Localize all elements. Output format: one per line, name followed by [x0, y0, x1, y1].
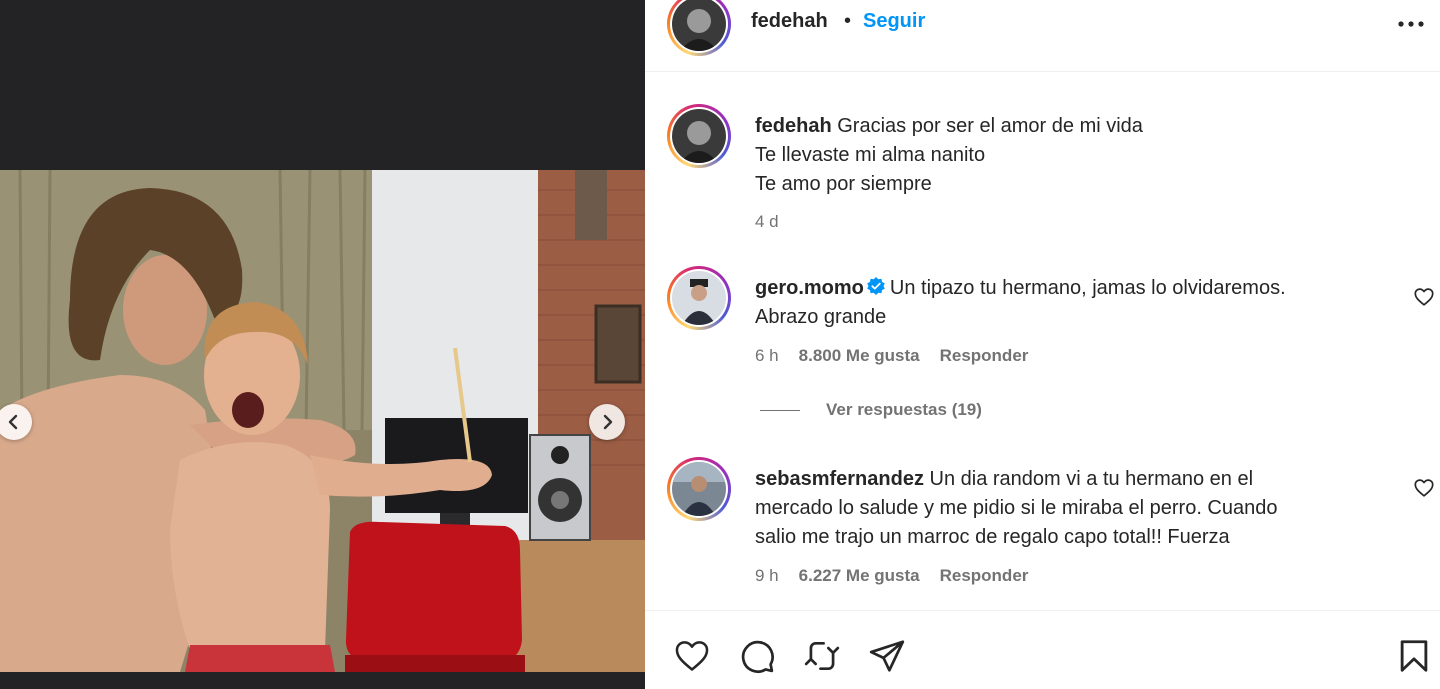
- view-replies-button[interactable]: Ver respuestas (19): [760, 400, 982, 420]
- chevron-right-icon: [603, 414, 613, 430]
- caption-username[interactable]: fedehah: [755, 115, 832, 137]
- caption-line-2: Te llevaste mi alma nanito: [755, 144, 986, 166]
- comment-like-button[interactable]: [1413, 477, 1435, 499]
- author-avatar-image: [672, 0, 726, 51]
- caption-time[interactable]: 4 d: [755, 212, 779, 232]
- reply-button[interactable]: Responder: [940, 566, 1029, 586]
- save-button[interactable]: [1395, 637, 1433, 675]
- more-options-button[interactable]: [1395, 10, 1427, 38]
- author-username[interactable]: fedehah: [751, 10, 828, 33]
- author-avatar[interactable]: [667, 0, 731, 56]
- commenter-avatar[interactable]: [667, 457, 731, 521]
- heart-icon: [675, 641, 709, 671]
- caption-author-avatar[interactable]: [667, 104, 731, 168]
- bookmark-icon: [1400, 640, 1428, 672]
- comment-username[interactable]: sebasmfernandez: [755, 468, 924, 490]
- comment-line-3: salio me trajo un marroc de regalo capo …: [755, 526, 1230, 548]
- share-icon: [869, 640, 905, 672]
- caption-avatar-image: [672, 109, 726, 163]
- comment-username[interactable]: gero.momo: [755, 277, 864, 299]
- separator-dot: •: [844, 10, 852, 32]
- heart-icon: [1414, 288, 1434, 306]
- follow-button[interactable]: Seguir: [863, 10, 925, 33]
- heart-icon: [1414, 479, 1434, 497]
- repost-button[interactable]: [803, 637, 841, 675]
- next-photo-button[interactable]: [589, 404, 625, 440]
- more-horizontal-icon: [1398, 21, 1424, 27]
- post-details-panel: fedehah • Seguir fedehah Gracias por ser…: [645, 0, 1440, 689]
- comment-time[interactable]: 6 h: [755, 346, 779, 366]
- repost-icon: [804, 641, 840, 671]
- commenter-avatar-image: [672, 271, 726, 325]
- comment-meta: 6 h 8.800 Me gusta Responder: [755, 346, 1028, 366]
- view-replies-label: Ver respuestas (19): [826, 400, 982, 419]
- caption-line-1: Gracias por ser el amor de mi vida: [837, 115, 1143, 137]
- caption-meta: 4 d: [755, 212, 779, 232]
- comment-text: sebasmfernandez Un dia random vi a tu he…: [755, 465, 1278, 552]
- like-button[interactable]: [673, 637, 711, 675]
- caption-line-3: Te amo por siempre: [755, 173, 932, 195]
- post-photo[interactable]: [0, 170, 645, 672]
- commenter-avatar[interactable]: [667, 266, 731, 330]
- comment-line-1: Un tipazo tu hermano, jamas lo olvidarem…: [889, 277, 1286, 299]
- verified-badge-icon: [867, 277, 885, 295]
- chevron-left-icon: [8, 414, 18, 430]
- comment-line-1: Un dia random vi a tu hermano en el: [929, 468, 1254, 490]
- comment-time[interactable]: 9 h: [755, 566, 779, 586]
- comment-likes[interactable]: 8.800 Me gusta: [799, 346, 920, 366]
- post-header: fedehah • Seguir: [645, 0, 1440, 72]
- comment-meta: 9 h 6.227 Me gusta Responder: [755, 566, 1028, 586]
- comment-like-button[interactable]: [1413, 286, 1435, 308]
- comment-icon: [741, 640, 774, 673]
- comment-likes[interactable]: 6.227 Me gusta: [799, 566, 920, 586]
- comment-line-2: Abrazo grande: [755, 306, 887, 328]
- caption-text: fedehah Gracias por ser el amor de mi vi…: [755, 112, 1143, 199]
- post-media-panel: [0, 0, 645, 689]
- share-button[interactable]: [868, 637, 906, 675]
- reply-button[interactable]: Responder: [940, 346, 1029, 366]
- post-action-bar: [645, 610, 1440, 689]
- comment-line-2: mercado lo salude y me pidio si le mirab…: [755, 497, 1278, 519]
- comment-text: gero.momo Un tipazo tu hermano, jamas lo …: [755, 274, 1286, 332]
- comment-button[interactable]: [738, 637, 776, 675]
- replies-divider-line: [760, 409, 800, 411]
- commenter-avatar-image: [672, 462, 726, 516]
- photo-illustration: [0, 170, 645, 672]
